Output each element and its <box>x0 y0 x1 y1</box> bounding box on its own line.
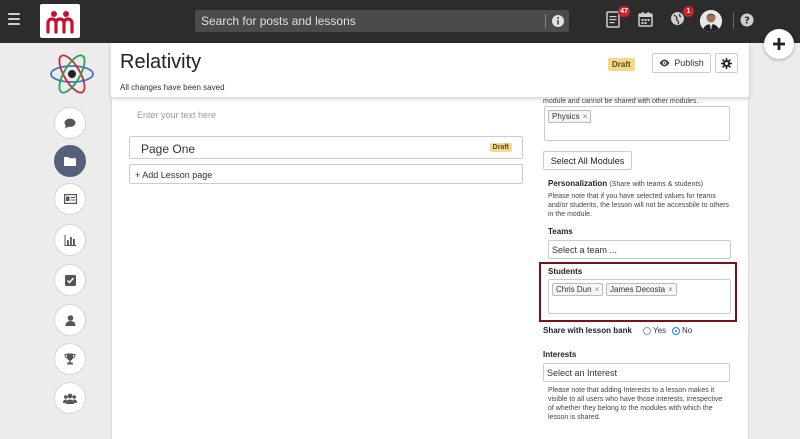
user-avatar[interactable] <box>700 10 722 32</box>
lesson-page-row[interactable]: Page One Draft <box>129 136 523 159</box>
app-logo[interactable] <box>40 4 80 38</box>
rail-trophy-button[interactable] <box>54 343 86 375</box>
rail-group-button[interactable] <box>54 382 86 414</box>
rail-chart-button[interactable] <box>54 224 86 256</box>
remove-tag-icon[interactable]: × <box>595 285 600 294</box>
rail-tasks-button[interactable] <box>54 264 86 296</box>
students-select[interactable]: Chris Dun × James Decosta × <box>548 279 731 314</box>
folder-icon <box>64 157 76 166</box>
trophy-icon <box>64 353 76 365</box>
menu-icon[interactable] <box>8 13 20 27</box>
remove-tag-icon[interactable]: × <box>668 285 673 294</box>
page-title: Relativity <box>120 51 202 73</box>
lesson-page-status-badge: Draft <box>489 143 512 152</box>
share-no-label: No <box>682 326 693 335</box>
add-lesson-page-button[interactable]: + Add Lesson page <box>129 164 523 184</box>
user-icon <box>65 314 75 326</box>
status-badge: Draft <box>608 58 635 71</box>
interests-label: Interests <box>543 350 577 359</box>
lesson-page-title: Page One <box>141 142 196 156</box>
publish-label: Publish <box>674 58 704 68</box>
teams-label: Teams <box>548 227 573 236</box>
student-tag: James Decosta × <box>606 283 677 296</box>
publish-button[interactable]: Publish <box>652 53 711 73</box>
help-icon[interactable]: ? <box>740 13 756 31</box>
notifications-badge: 47 <box>618 6 630 17</box>
comment-icon <box>64 118 76 128</box>
checkbox-icon <box>64 274 76 286</box>
calendar-icon[interactable] <box>638 11 654 29</box>
share-lesson-bank-label: Share with lesson bank <box>543 326 632 335</box>
student-tag-label: James Decosta <box>610 285 666 294</box>
teams-select[interactable]: Select a team ... <box>548 240 731 259</box>
module-tag: Physics × <box>548 110 592 123</box>
info-icon[interactable] <box>551 14 565 28</box>
svg-text:?: ? <box>744 16 750 27</box>
lesson-header: Relativity All changes have been saved D… <box>111 43 749 97</box>
gear-icon <box>721 57 732 69</box>
interests-select[interactable]: Select an Interest <box>543 363 730 382</box>
globe-icon[interactable]: 1 <box>670 6 694 29</box>
remove-tag-icon[interactable]: × <box>583 112 588 121</box>
save-status: All changes have been saved <box>120 83 225 92</box>
group-icon <box>63 393 77 404</box>
personalization-note: Please note that if you have selected va… <box>548 193 729 218</box>
rail-comment-button[interactable] <box>54 107 86 139</box>
bar-chart-icon <box>64 234 76 246</box>
module-note: module and cannot be shared with other m… <box>543 98 699 105</box>
globe-badge: 1 <box>683 6 694 17</box>
student-tag-label: Chris Dun <box>556 285 592 294</box>
search-input[interactable] <box>195 10 540 32</box>
share-yes-label: Yes <box>653 326 667 335</box>
modules-select[interactable]: Physics × <box>544 106 730 141</box>
rail-folder-button[interactable] <box>54 145 86 177</box>
search-bar <box>195 10 569 32</box>
rail-id-card-button[interactable] <box>54 183 86 215</box>
atom-logo-icon[interactable] <box>48 52 96 96</box>
select-all-modules-button[interactable]: Select All Modules <box>543 151 632 170</box>
personalization-title: Personalization <box>548 179 608 188</box>
personalization-subtitle: (Share with teams & students) <box>609 181 704 188</box>
student-tag: Chris Dun × <box>552 283 604 296</box>
add-fab-button[interactable] <box>764 29 794 59</box>
personalization-heading: Personalization (Share with teams & stud… <box>548 179 703 188</box>
topbar-divider <box>733 13 734 29</box>
left-rail <box>0 43 104 439</box>
search-divider <box>545 14 546 28</box>
plus-icon <box>773 38 785 50</box>
notifications-icon[interactable]: 47 <box>606 6 630 29</box>
settings-button[interactable] <box>715 53 738 73</box>
students-label: Students <box>548 267 583 276</box>
module-tag-label: Physics <box>552 112 580 121</box>
top-bar: 47 1 ? <box>0 0 800 43</box>
eye-icon <box>659 59 670 67</box>
interests-note: Please note that adding Interests to a l… <box>548 387 723 421</box>
text-editor-placeholder[interactable]: Enter your text here <box>137 110 216 120</box>
id-card-icon <box>63 194 77 204</box>
share-no-radio[interactable] <box>672 327 680 335</box>
rail-profile-button[interactable] <box>54 304 86 336</box>
share-yes-radio[interactable] <box>643 327 651 335</box>
